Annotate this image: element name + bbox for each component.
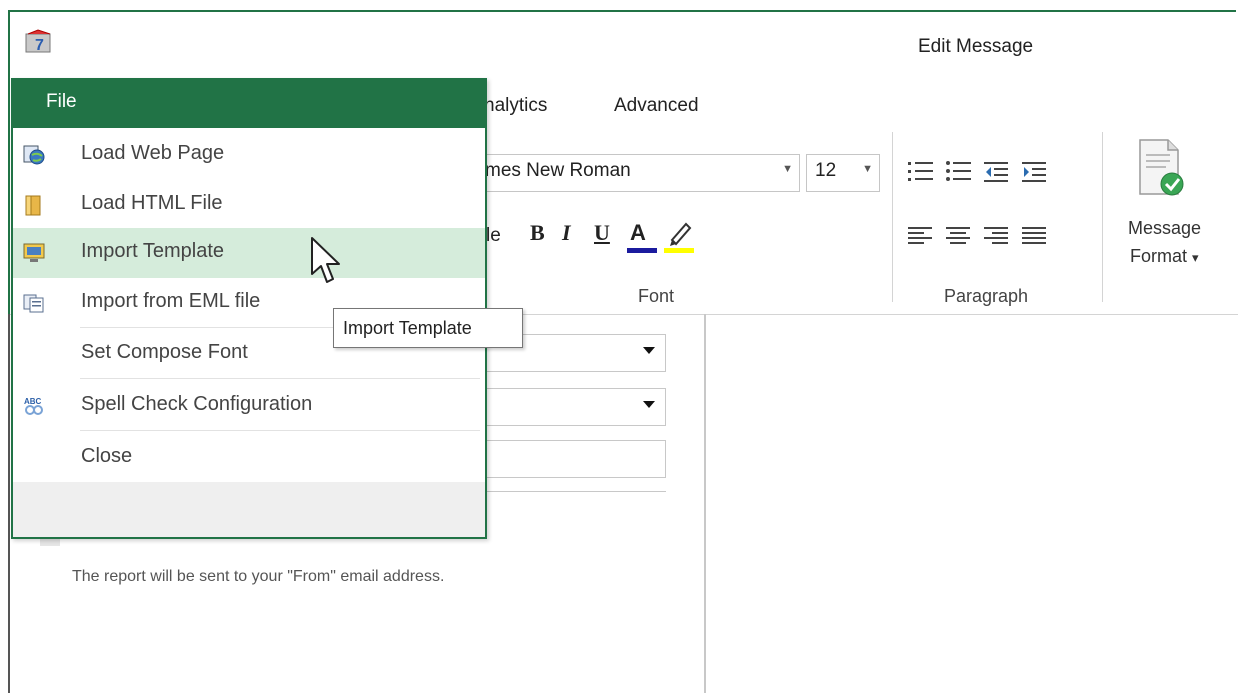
menu-footer xyxy=(13,482,485,537)
app-logo-icon: 7 xyxy=(25,29,51,54)
menu-item-label: Set Compose Font xyxy=(81,341,248,363)
tab-analytics[interactable]: nalytics xyxy=(484,95,547,117)
highlighter-icon[interactable] xyxy=(662,218,696,254)
ribbon-separator xyxy=(892,132,893,302)
mouse-cursor-icon xyxy=(311,237,340,283)
font-group-label: Font xyxy=(638,286,675,306)
message-format-dropdown[interactable]: Format ▾ xyxy=(1130,246,1199,267)
folder-icon xyxy=(25,195,41,216)
ribbon-separator xyxy=(1102,132,1103,302)
align-right-icon[interactable] xyxy=(984,226,1010,246)
italic-button[interactable]: I xyxy=(562,220,571,246)
menu-item-label: Import from EML file xyxy=(81,290,261,312)
chevron-down-icon[interactable]: ▼ xyxy=(782,163,793,175)
increase-indent-icon[interactable] xyxy=(1022,160,1048,184)
font-size-value: 12 xyxy=(815,160,837,181)
message-format-icon[interactable] xyxy=(1136,138,1184,198)
paragraph-group-label: Paragraph xyxy=(944,286,1029,306)
align-left-icon[interactable] xyxy=(908,226,934,246)
file-menu-header[interactable] xyxy=(11,78,487,128)
menu-item-label: Load HTML File xyxy=(81,192,223,214)
font-size-combo[interactable]: 12 ▼ xyxy=(806,154,880,192)
bullet-list-icon[interactable] xyxy=(946,160,972,184)
menu-item-label: Close xyxy=(81,445,133,467)
underline-button[interactable]: U xyxy=(594,220,610,246)
font-color-swatch xyxy=(627,248,657,253)
align-center-icon[interactable] xyxy=(946,226,972,246)
field-underline xyxy=(470,491,666,492)
menu-separator xyxy=(80,378,480,379)
file-tab-label[interactable]: File xyxy=(46,91,77,113)
font-color-button[interactable]: A xyxy=(630,220,646,246)
menu-item-label: Spell Check Configuration xyxy=(81,393,313,415)
bold-button[interactable]: B xyxy=(530,220,545,246)
justify-icon[interactable] xyxy=(1022,226,1048,246)
font-name-combo[interactable]: mes New Roman ▼ xyxy=(484,154,800,192)
menu-item-label: Load Web Page xyxy=(81,142,225,164)
spell-check-icon: ABC xyxy=(24,397,43,415)
chevron-down-icon[interactable]: ▼ xyxy=(862,163,873,175)
menu-separator xyxy=(80,430,480,431)
eml-file-icon xyxy=(23,294,44,313)
menu-item-load-web-page[interactable]: Load Web Page xyxy=(13,130,485,180)
svg-text:7: 7 xyxy=(35,37,44,54)
font-style-label: le xyxy=(486,225,501,246)
dropdown-arrow-icon[interactable] xyxy=(643,347,655,354)
tab-advanced[interactable]: Advanced xyxy=(614,95,699,117)
dropdown-arrow-icon[interactable] xyxy=(643,401,655,408)
decrease-indent-icon[interactable] xyxy=(984,160,1010,184)
svg-text:ABC: ABC xyxy=(24,397,42,406)
numbered-list-icon[interactable] xyxy=(908,160,934,184)
report-note: The report will be sent to your "From" e… xyxy=(72,568,445,585)
menu-item-load-html-file[interactable]: Load HTML File xyxy=(13,180,485,230)
text-field[interactable] xyxy=(470,440,666,478)
message-format-label-line2: Format xyxy=(1130,246,1188,266)
panel-divider xyxy=(704,314,706,693)
tooltip: Import Template xyxy=(333,308,523,348)
template-monitor-icon xyxy=(23,243,45,262)
window-title: Edit Message xyxy=(918,36,1034,57)
font-name-value: mes New Roman xyxy=(485,160,631,181)
chevron-down-icon: ▾ xyxy=(1192,250,1199,265)
menu-item-import-template[interactable]: Import Template xyxy=(13,228,485,278)
left-panel-border xyxy=(8,314,10,693)
globe-page-icon xyxy=(23,145,45,165)
menu-item-close[interactable]: Close xyxy=(13,433,485,483)
menu-item-label: Import Template xyxy=(81,240,225,262)
dropdown-field[interactable] xyxy=(470,388,666,426)
message-format-label-line1[interactable]: Message xyxy=(1128,218,1201,239)
tooltip-text: Import Template xyxy=(343,318,472,338)
menu-item-spell-check[interactable]: ABC Spell Check Configuration xyxy=(13,381,485,431)
